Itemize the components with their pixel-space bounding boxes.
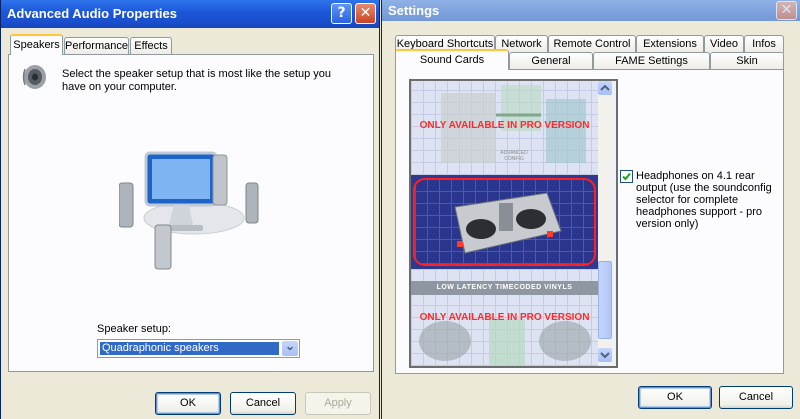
scroll-thumb[interactable] bbox=[598, 261, 612, 339]
tab-performance[interactable]: Performance bbox=[64, 37, 129, 55]
chevron-down-icon[interactable]: ⌄ bbox=[282, 340, 298, 356]
tab-infos[interactable]: Infos bbox=[744, 35, 784, 53]
headphones-checkbox-label: Headphones on 4.1 rear output (use the s… bbox=[636, 170, 772, 230]
tile-timecoded-vinyls[interactable]: LOW LATENCY TIMECODED VINYLS ONLY AVAILA… bbox=[411, 269, 598, 366]
sound-card-selector[interactable]: ONLY AVAILABLE IN PRO VERSION ADVANCED C… bbox=[409, 79, 618, 368]
tab-video[interactable]: Video bbox=[704, 35, 744, 53]
settings-window: Settings ✕ Keyboard Shortcuts Network Re… bbox=[381, 0, 800, 419]
tab-skin[interactable]: Skin bbox=[710, 52, 784, 70]
tab-fame-settings[interactable]: FAME Settings bbox=[593, 52, 710, 70]
cancel-button[interactable]: Cancel bbox=[719, 386, 793, 409]
tile-advanced-config[interactable]: ONLY AVAILABLE IN PRO VERSION ADVANCED C… bbox=[411, 81, 598, 175]
scrollbar[interactable] bbox=[598, 81, 612, 362]
tile-hercules-controller[interactable] bbox=[411, 175, 598, 269]
scroll-up-arrow-icon[interactable] bbox=[598, 81, 612, 95]
pro-banner-bottom: ONLY AVAILABLE IN PRO VERSION bbox=[419, 312, 590, 323]
apply-button[interactable]: Apply bbox=[305, 392, 371, 415]
ok-button[interactable]: OK bbox=[638, 386, 712, 409]
left-titlebar[interactable]: Advanced Audio Properties ? ✕ bbox=[1, 0, 379, 28]
tab-speakers[interactable]: Speakers bbox=[10, 34, 63, 55]
speaker-icon bbox=[22, 65, 46, 89]
scroll-down-arrow-icon[interactable] bbox=[598, 348, 612, 362]
speaker-setup-illustration bbox=[119, 151, 259, 270]
dj-controller-icon bbox=[454, 192, 562, 254]
tab-sound-cards[interactable]: Sound Cards bbox=[395, 49, 509, 70]
turntables-graphic bbox=[419, 319, 591, 365]
sound-cards-panel: ONLY AVAILABLE IN PRO VERSION ADVANCED C… bbox=[395, 69, 784, 374]
speaker-setup-select[interactable]: Quadraphonic speakers ⌄ bbox=[97, 339, 300, 358]
headphones-checkbox[interactable] bbox=[620, 170, 633, 183]
ok-button[interactable]: OK bbox=[155, 392, 221, 415]
low-latency-label: LOW LATENCY TIMECODED VINYLS bbox=[411, 281, 598, 295]
close-button[interactable]: ✕ bbox=[355, 3, 376, 24]
speaker-setup-value: Quadraphonic speakers bbox=[100, 342, 279, 355]
tab-general[interactable]: General bbox=[509, 52, 593, 70]
cancel-button[interactable]: Cancel bbox=[230, 392, 296, 415]
close-button[interactable]: ✕ bbox=[776, 1, 797, 20]
tab-effects[interactable]: Effects bbox=[130, 37, 172, 55]
advanced-audio-properties-window: Advanced Audio Properties ? ✕ Speakers P… bbox=[0, 0, 380, 419]
right-titlebar[interactable]: Settings ✕ bbox=[382, 0, 800, 21]
left-window-title: Advanced Audio Properties bbox=[7, 6, 177, 21]
speaker-setup-label: Speaker setup: bbox=[97, 323, 171, 335]
tab-extensions[interactable]: Extensions bbox=[636, 35, 704, 53]
instruction-text: Select the speaker setup that is most li… bbox=[62, 68, 332, 93]
help-button[interactable]: ? bbox=[331, 3, 352, 24]
advanced-config-label: ADVANCED CONFIG bbox=[500, 150, 528, 162]
right-window-title: Settings bbox=[388, 3, 440, 18]
pro-banner-top: ONLY AVAILABLE IN PRO VERSION bbox=[419, 120, 590, 131]
speakers-panel: Select the speaker setup that is most li… bbox=[8, 54, 374, 372]
checkmark-icon bbox=[622, 172, 631, 181]
tab-remote-control[interactable]: Remote Control bbox=[548, 35, 636, 53]
